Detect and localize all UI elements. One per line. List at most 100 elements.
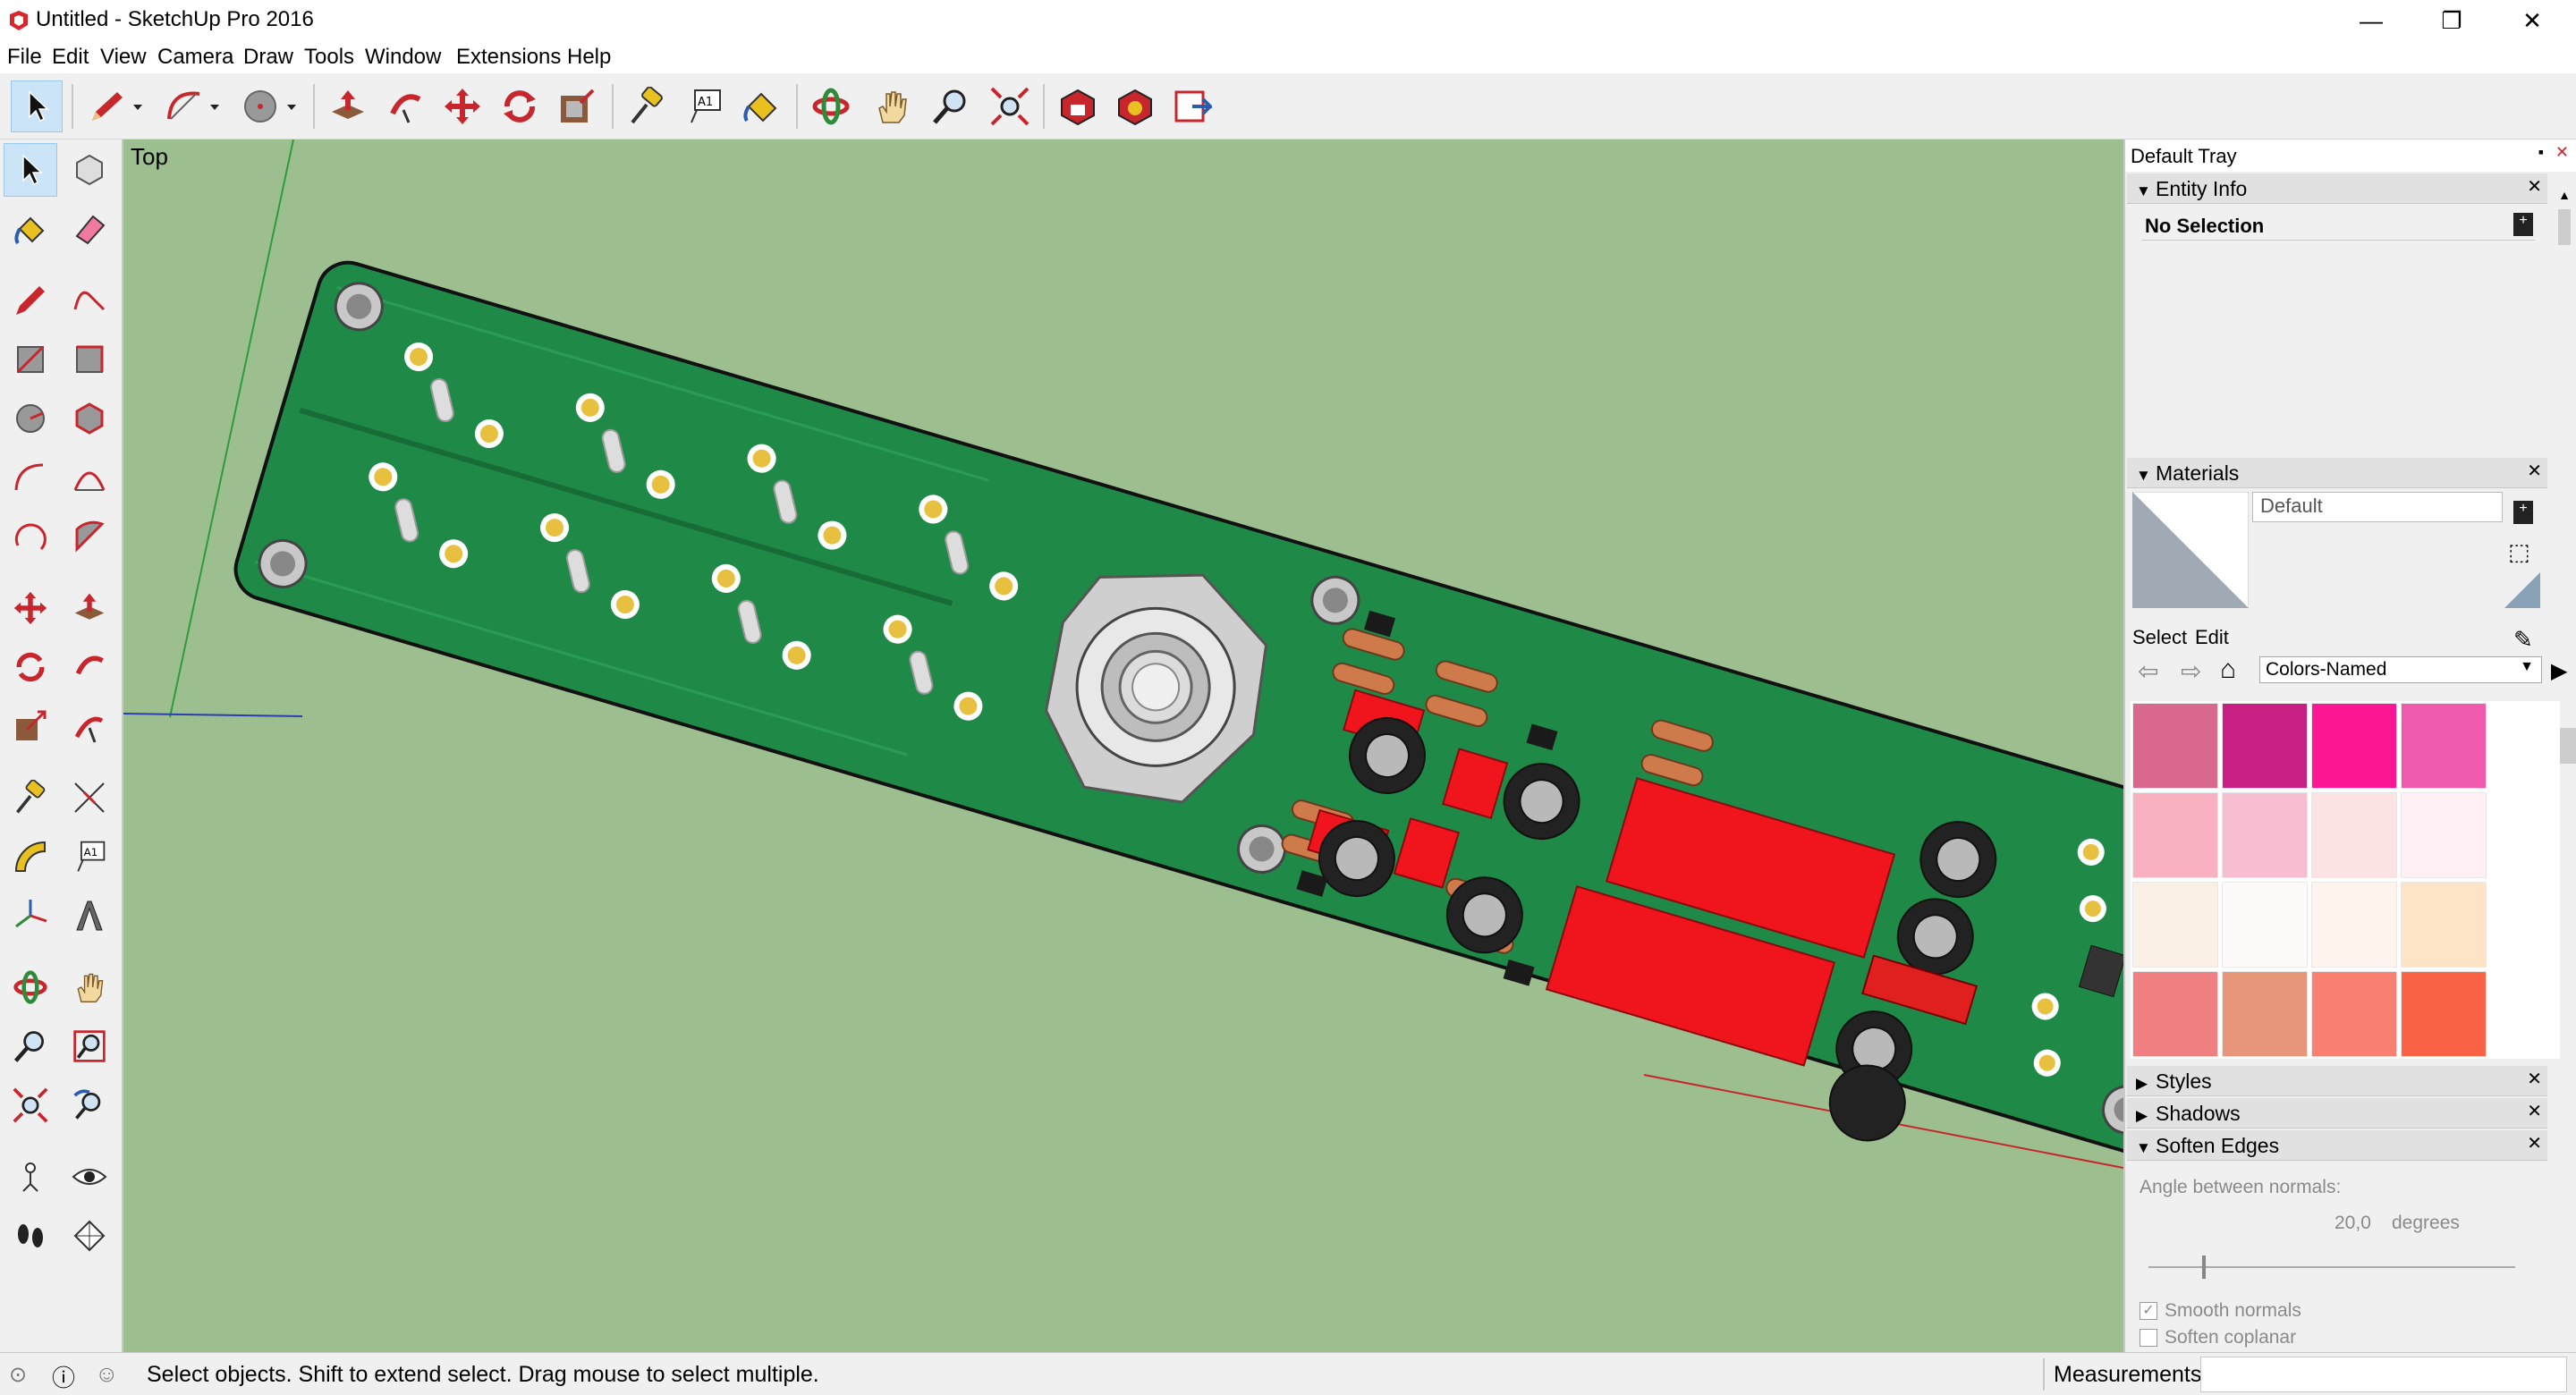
details-arrow-icon[interactable]: ▶ — [2551, 658, 2567, 684]
left-pan-tool-button[interactable] — [63, 960, 116, 1014]
material-swatch[interactable] — [2401, 792, 2487, 878]
left-select-tool-button[interactable] — [4, 143, 57, 197]
three-point-arc-tool-button[interactable] — [4, 510, 57, 563]
arc-tool-button[interactable] — [157, 80, 229, 132]
material-swatch[interactable] — [2401, 882, 2487, 968]
rectangle-tool-button[interactable] — [4, 333, 57, 386]
zoom-window-tool-button[interactable] — [63, 1019, 116, 1073]
minimize-button[interactable]: — — [2331, 0, 2411, 41]
tray-scrollbar-thumb[interactable] — [2558, 209, 2571, 245]
material-swatch[interactable] — [2132, 792, 2218, 878]
entity-info-header[interactable]: ▼ Entity Info ✕ — [2127, 173, 2547, 204]
pencil-tool-button[interactable] — [80, 80, 152, 132]
display-secondary-icon[interactable] — [2504, 572, 2540, 608]
pan-tool-button[interactable] — [866, 80, 918, 132]
rotate-tool-button[interactable] — [494, 80, 546, 132]
orbit-tool-button[interactable] — [805, 80, 857, 132]
section-plane-tool-button[interactable] — [63, 1209, 116, 1263]
extension-warehouse-button[interactable] — [1109, 80, 1161, 132]
left-circle-tool-button[interactable] — [4, 392, 57, 445]
rotated-rectangle-tool-button[interactable] — [63, 333, 116, 386]
materials-tab-select[interactable]: Select — [2132, 626, 2187, 649]
create-material-icon[interactable]: + — [2513, 501, 2533, 524]
sample-paint-icon[interactable]: ✎ — [2513, 626, 2533, 654]
close-icon[interactable]: ✕ — [2527, 175, 2542, 198]
material-swatch[interactable] — [2311, 971, 2397, 1057]
3d-warehouse-button[interactable] — [1052, 80, 1104, 132]
smooth-normals-checkbox[interactable]: ✓ — [2140, 1302, 2157, 1320]
tray-close-icon[interactable]: ✕ — [2555, 143, 2569, 162]
styles-header[interactable]: ▶ Styles ✕ — [2127, 1066, 2547, 1096]
protractor-tool-button[interactable] — [4, 830, 57, 884]
left-orbit-tool-button[interactable] — [4, 960, 57, 1014]
material-swatch[interactable] — [2222, 792, 2308, 878]
material-swatch[interactable] — [2222, 971, 2308, 1057]
menu-window[interactable]: Window — [365, 45, 441, 70]
text-tool-button[interactable]: A1 — [678, 80, 730, 132]
freehand-tool-button[interactable] — [63, 274, 116, 327]
menu-edit[interactable]: Edit — [52, 45, 89, 70]
menu-file[interactable]: File — [7, 45, 42, 70]
walk-tool-button[interactable] — [4, 1209, 57, 1263]
forward-arrow-icon[interactable]: ⇨ — [2181, 656, 2201, 686]
make-component-tool-button[interactable] — [63, 143, 116, 197]
swatch-scrollbar[interactable] — [2560, 701, 2576, 1059]
material-swatch[interactable] — [2311, 703, 2397, 789]
back-arrow-icon[interactable]: ⇦ — [2138, 656, 2158, 686]
details-plus-icon[interactable]: + — [2513, 213, 2533, 236]
default-material-icon[interactable]: ⬚ — [2508, 538, 2530, 566]
line-tool-button[interactable] — [4, 274, 57, 327]
drawing-viewport[interactable]: Top — [123, 140, 2123, 1352]
material-swatch[interactable] — [2222, 882, 2308, 968]
user-icon[interactable]: ☺ — [95, 1360, 119, 1388]
left-rotate-tool-button[interactable] — [4, 640, 57, 694]
close-icon[interactable]: ✕ — [2527, 1068, 2542, 1090]
paint-bucket-tool-button[interactable] — [735, 80, 787, 132]
close-icon[interactable]: ✕ — [2527, 460, 2542, 482]
3d-text-tool-button[interactable] — [63, 889, 116, 943]
left-zoom-tool-button[interactable] — [4, 1019, 57, 1073]
close-button[interactable]: ✕ — [2492, 0, 2572, 41]
material-swatch[interactable] — [2132, 703, 2218, 789]
axes-tool-button[interactable] — [4, 889, 57, 943]
soften-coplanar-checkbox[interactable] — [2140, 1329, 2157, 1347]
info-icon[interactable]: ⓘ — [52, 1360, 75, 1393]
position-camera-tool-button[interactable] — [4, 1150, 57, 1204]
dimension-tool-button[interactable] — [63, 771, 116, 824]
zoom-extents-tool-button[interactable] — [984, 80, 1036, 132]
measurements-input[interactable] — [2200, 1357, 2567, 1392]
polygon-tool-button[interactable] — [63, 392, 116, 445]
restore-button[interactable]: ❐ — [2411, 0, 2492, 41]
shadows-header[interactable]: ▶ Shadows ✕ — [2127, 1098, 2547, 1129]
circle-tool-button[interactable] — [234, 80, 306, 132]
follow-me-tool-button[interactable] — [379, 80, 431, 132]
materials-tab-edit[interactable]: Edit — [2195, 626, 2229, 649]
swatch-scroll-thumb[interactable] — [2560, 728, 2576, 764]
soften-edges-header[interactable]: ▼ Soften Edges ✕ — [2127, 1130, 2547, 1161]
tape-measure-tool-button[interactable] — [621, 80, 673, 132]
left-follow-me-tool-button[interactable] — [63, 640, 116, 694]
tray-pin-icon[interactable]: ▪ — [2538, 143, 2544, 162]
angle-slider-thumb[interactable] — [2202, 1256, 2206, 1279]
left-offset-tool-button[interactable] — [63, 699, 116, 753]
previous-view-tool-button[interactable] — [63, 1078, 116, 1132]
menu-tools[interactable]: Tools — [304, 45, 354, 70]
left-zoom-extents-tool-button[interactable] — [4, 1078, 57, 1132]
material-swatch[interactable] — [2401, 703, 2487, 789]
pie-tool-button[interactable] — [63, 510, 116, 563]
material-swatch[interactable] — [2132, 882, 2218, 968]
materials-header[interactable]: ▼ Materials ✕ — [2127, 458, 2547, 488]
look-around-tool-button[interactable] — [63, 1150, 116, 1204]
left-move-tool-button[interactable] — [4, 581, 57, 635]
offset-tool-button[interactable] — [551, 80, 603, 132]
material-swatch[interactable] — [2311, 792, 2397, 878]
material-swatch[interactable] — [2401, 971, 2487, 1057]
material-name-field[interactable]: Default — [2252, 492, 2503, 522]
material-swatch[interactable] — [2132, 971, 2218, 1057]
select-tool-button[interactable] — [11, 80, 63, 132]
close-icon[interactable]: ✕ — [2527, 1132, 2542, 1154]
push-pull-tool-button[interactable] — [322, 80, 374, 132]
zoom-tool-button[interactable] — [925, 80, 977, 132]
move-tool-button[interactable] — [436, 80, 488, 132]
home-icon[interactable]: ⌂ — [2220, 655, 2236, 685]
